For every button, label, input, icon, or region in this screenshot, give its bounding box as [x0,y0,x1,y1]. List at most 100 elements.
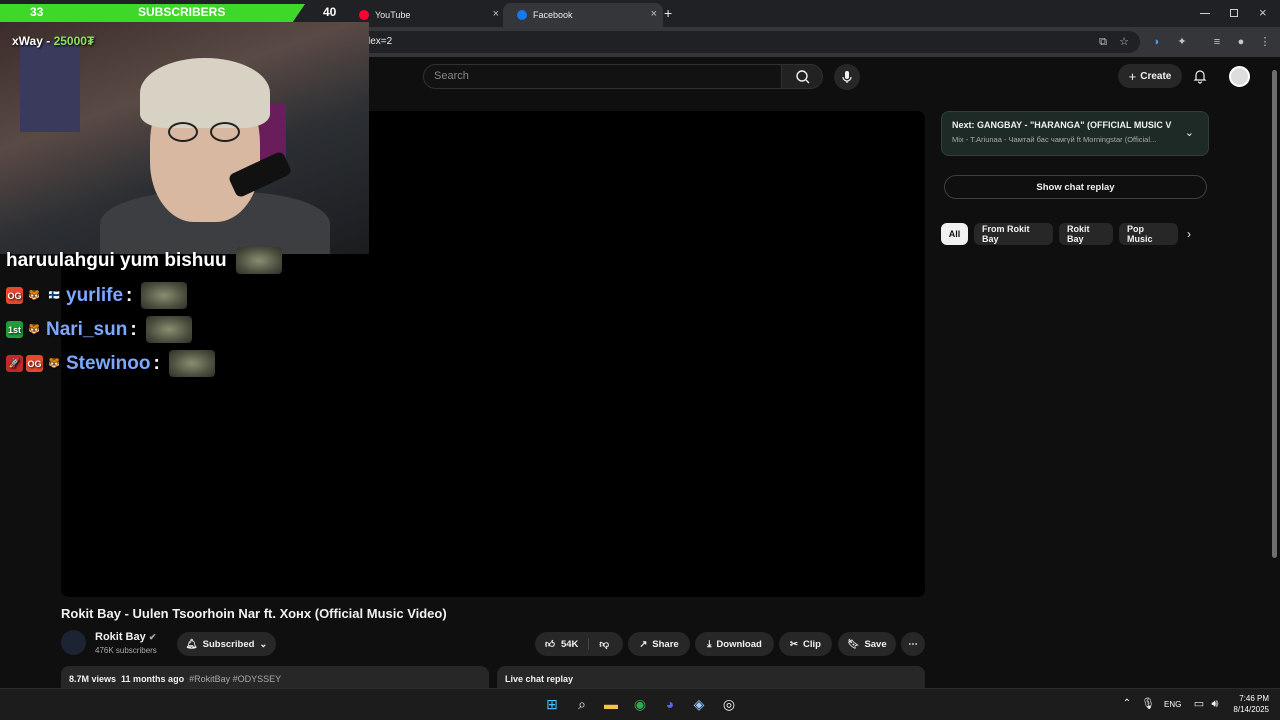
clip-button[interactable]: ✂ Clip [779,632,832,656]
download-label: Download [716,638,762,650]
tiger-badge: 🐯 [28,290,41,300]
tiger-badge: 🐯 [48,358,61,368]
extensions-puzzle-icon[interactable]: ✦ [1174,34,1190,50]
like-dislike-group: 👍︎ 54K 👎︎ [535,632,623,656]
glasses-right [210,122,240,142]
thumbs-down-icon: 👎︎ [599,639,610,650]
channel-name[interactable]: Rokit Bay ✔ [95,631,156,643]
dislike-button[interactable]: 👎︎ [589,638,619,650]
next-mix-subtitle: Mix - T.Ariunaa - Чамтай бас чамгүй ft M… [952,135,1157,144]
search-icon[interactable]: ⌕ [572,695,592,713]
microphone-icon [842,71,852,83]
notifications-bell-icon[interactable] [1192,68,1208,84]
more-actions-button[interactable]: ⋯ [901,632,925,656]
close-tab-icon[interactable]: × [493,8,499,20]
chip-all[interactable]: All [941,223,968,245]
og-badge: OG [6,287,23,304]
channel-avatar[interactable] [61,630,86,655]
chevron-right-icon[interactable]: › [1187,227,1191,241]
download-icon: ⤓ [707,638,712,650]
search-icon [796,70,810,84]
steam-icon[interactable]: ◈ [689,695,709,713]
language-indicator[interactable]: ENG [1164,700,1181,709]
tab-label: YouTube [375,10,411,20]
chat-username: yurlife [66,284,124,306]
like-count: 54K [560,638,579,650]
tab-label: Facebook [533,10,573,20]
save-button[interactable]: 🔖︎ Save [838,632,896,656]
create-button[interactable]: + Create [1118,64,1182,88]
hashtags[interactable]: #RokitBay #ODYSSEY [189,674,281,684]
browser-menu-icon[interactable]: ⋮ [1257,34,1273,50]
profile-icon[interactable]: ● [1233,34,1249,50]
glasses-left [168,122,198,142]
chat-username: Nari_sun [46,318,128,340]
chevron-up-icon[interactable]: ⌃ [1117,695,1137,713]
plus-icon: + [1128,68,1137,84]
bookmark-star-icon[interactable]: ☆ [1116,34,1132,50]
chrome-icon[interactable]: ◉ [630,695,650,713]
new-tab-icon[interactable]: + [664,5,672,21]
subscribed-button[interactable]: 🔔︎ Subscribed ⌄ [177,632,276,656]
share-label: Share [652,638,679,650]
search-button[interactable] [781,64,823,89]
chevron-down-icon: ⌄ [259,638,268,650]
clock-time[interactable]: 7:46 PM [1237,694,1269,703]
emote-image [235,247,282,274]
share-button[interactable]: ↗ Share [628,632,690,656]
reading-list-icon[interactable]: ≡ [1209,34,1225,50]
close-window-icon[interactable]: × [1259,5,1267,20]
scrollbar-thumb[interactable] [1272,70,1277,558]
emote-image [145,316,192,343]
like-button[interactable]: 👍︎ 54K [535,638,590,650]
video-title: Rokit Bay - Uulen Tsoorhoin Nar ft. Хонх… [61,606,447,621]
download-button[interactable]: ⤓ Download [695,632,774,656]
streamer-hair [140,58,270,128]
emote-image [168,350,215,377]
poster [20,42,80,132]
minimize-icon[interactable] [1200,13,1210,14]
file-explorer-icon[interactable]: ▬ [601,695,621,713]
windows-start-icon[interactable]: ⊞ [542,695,562,713]
discord-icon[interactable]: ◕ [660,695,680,713]
user-avatar[interactable] [1229,66,1250,87]
clock-date[interactable]: 8/14/2025 [1225,705,1269,714]
search-input[interactable]: Search [423,64,782,89]
chip-from-rokit-bay[interactable]: From Rokit Bay [974,223,1053,245]
webcam-feed [0,22,369,254]
first-badge: 1st [6,321,23,338]
thumbs-up-icon: 👍︎ [545,639,555,650]
donation-amount: 25000₮ [53,34,95,48]
chevron-down-icon[interactable]: ⌄ [1185,126,1194,139]
facebook-favicon-icon [517,10,527,20]
channel-subscriber-count: 476K subscribers [95,646,157,655]
chat-message-text: haruulahgui yum bishuu [6,249,227,271]
obs-icon[interactable]: ◎ [719,695,739,713]
close-tab-icon[interactable]: × [651,8,657,20]
verified-check-icon: ✔ [148,632,157,642]
up-next-card[interactable]: Next: GANGBAY - "HARANGA" (OFFICIAL MUSI… [941,111,1209,156]
subscribed-label: Subscribed [202,638,255,650]
chat-line: 1st 🐯 Nari_sun: [6,316,192,343]
chip-rokit-bay[interactable]: Rokit Bay [1059,223,1113,245]
show-chat-replay-button[interactable]: Show chat replay [944,175,1207,199]
bookmark-icon: 🔖︎ [847,638,860,650]
chat-line: OG 🐯 🇫🇮 yurlife: [6,282,188,309]
tab-facebook[interactable]: Facebook × [503,3,663,27]
sub-goal-target: 40 [323,5,337,19]
tiger-badge: 🐯 [28,324,41,334]
microphone-icon[interactable]: 🎙︎ [1138,695,1158,713]
chip-pop-music[interactable]: Pop Music [1119,223,1178,245]
extension-icon[interactable]: ◗ [1149,34,1165,50]
install-app-icon[interactable]: ⧉ [1095,34,1111,50]
tab-youtube[interactable]: YouTube × [345,3,505,27]
volume-icon[interactable]: 🔊︎ [1205,695,1225,713]
scissors-icon: ✂ [790,638,798,650]
maximize-icon[interactable] [1230,9,1238,17]
chat-line: 🚀 OG 🐯 Stewinoo: [6,350,215,377]
url-text[interactable]: lex=2 [368,36,392,47]
og-badge: OG [26,355,43,372]
voice-search-button[interactable] [834,64,860,90]
flag-badge: 🇫🇮 [48,290,61,300]
upload-age: 11 months ago [121,674,185,684]
